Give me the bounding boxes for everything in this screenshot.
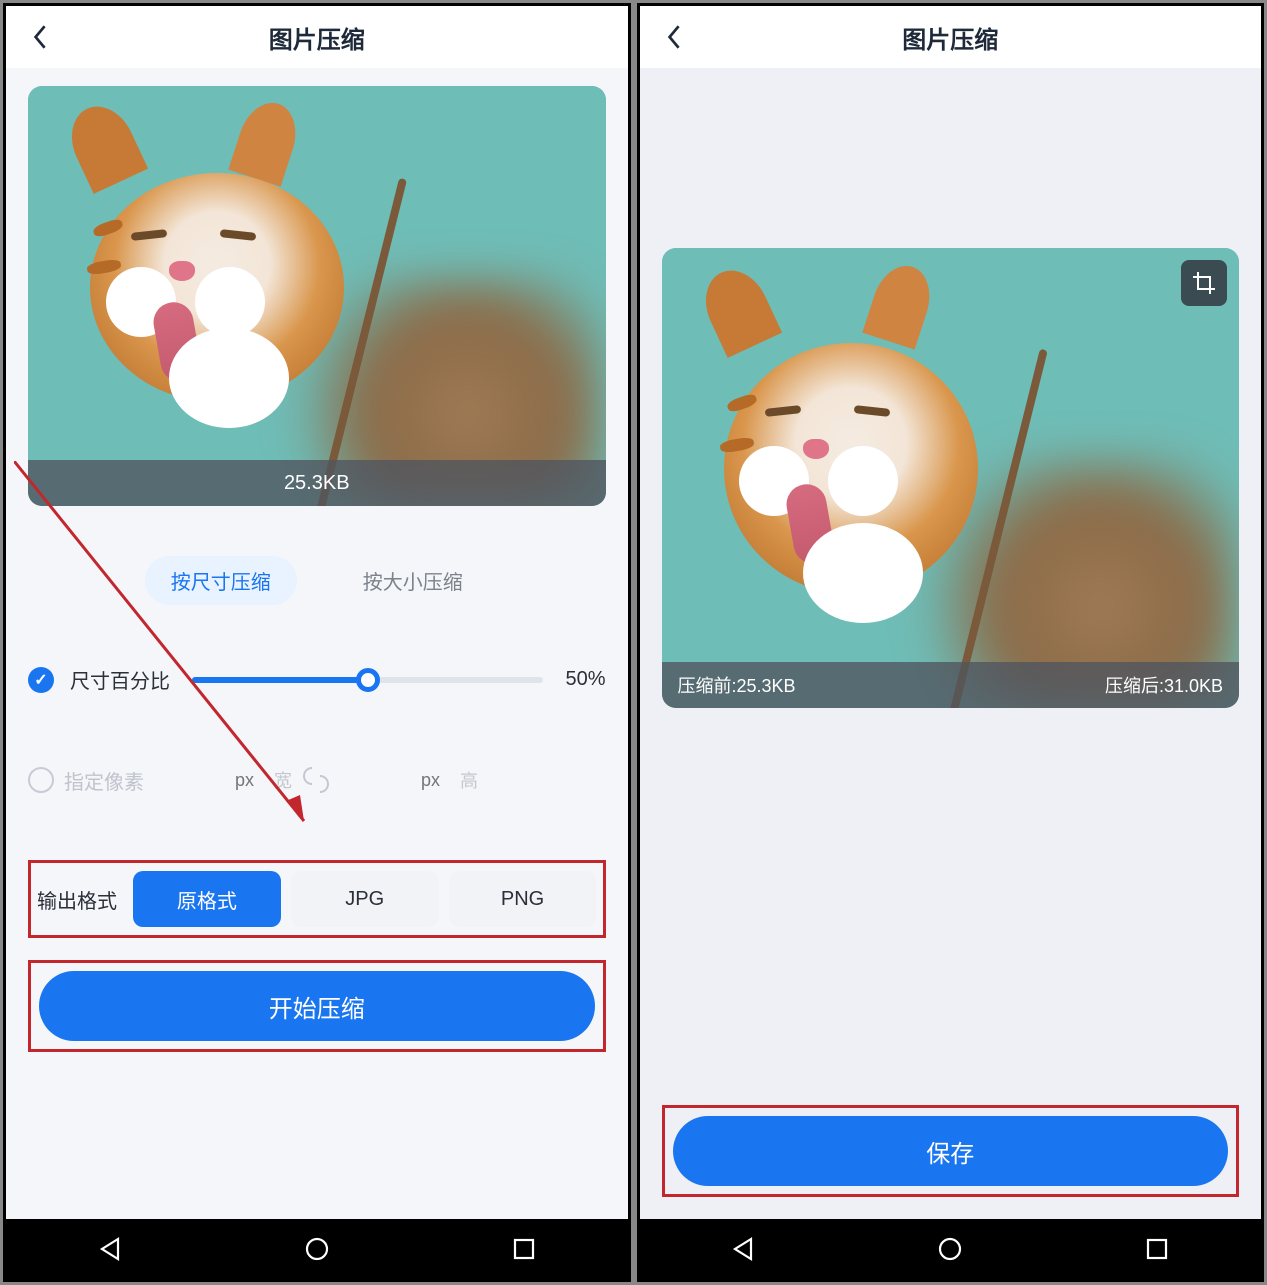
screen-compress-result: 图片压缩 — [637, 3, 1265, 1282]
start-compress-button[interactable]: 开始压缩 — [39, 971, 595, 1041]
pixel-row: 指定像素 宽 高 — [28, 754, 606, 806]
chevron-left-icon — [666, 23, 684, 51]
crop-icon — [1191, 270, 1217, 296]
width-unit: 宽 — [274, 767, 292, 793]
header: 图片压缩 — [6, 6, 628, 68]
size-after: 压缩后:31.0KB — [1105, 672, 1223, 698]
back-button[interactable] — [28, 24, 54, 50]
chevron-left-icon — [32, 23, 50, 51]
size-compare-strip: 压缩前:25.3KB 压缩后:31.0KB — [662, 662, 1240, 708]
image-preview[interactable]: 25.3KB — [28, 86, 606, 506]
compress-mode-tabs: 按尺寸压缩 按大小压缩 — [28, 556, 606, 605]
back-button[interactable] — [662, 24, 688, 50]
format-jpg-button[interactable]: JPG — [291, 871, 439, 927]
format-original-button[interactable]: 原格式 — [133, 871, 281, 927]
android-navbar — [6, 1219, 628, 1279]
percent-slider[interactable] — [192, 677, 543, 683]
swap-icon[interactable] — [302, 763, 330, 797]
nav-recent-icon[interactable] — [510, 1235, 538, 1263]
format-png-button[interactable]: PNG — [449, 871, 597, 927]
format-row: 输出格式 原格式 JPG PNG — [37, 871, 597, 927]
percent-label: 尺寸百分比 — [70, 665, 170, 694]
start-button-highlight: 开始压缩 — [28, 960, 606, 1052]
nav-recent-icon[interactable] — [1143, 1235, 1171, 1263]
content: 25.3KB 按尺寸压缩 按大小压缩 尺寸百分比 50% 指定像素 宽 高 — [6, 68, 628, 1219]
slider-thumb[interactable] — [356, 668, 380, 692]
android-navbar — [640, 1219, 1262, 1279]
radio-pixels[interactable] — [28, 767, 54, 793]
tab-by-dimension[interactable]: 按尺寸压缩 — [145, 556, 297, 605]
nav-back-icon[interactable] — [729, 1235, 757, 1263]
image-size-label: 25.3KB — [28, 460, 606, 506]
save-button[interactable]: 保存 — [673, 1116, 1229, 1186]
header: 图片压缩 — [640, 6, 1262, 68]
format-label: 输出格式 — [37, 885, 117, 914]
cat-image — [28, 86, 606, 506]
height-input[interactable] — [340, 754, 450, 806]
height-unit: 高 — [460, 767, 478, 793]
cat-image — [662, 248, 1240, 708]
format-section-highlight: 输出格式 原格式 JPG PNG — [28, 860, 606, 938]
pixel-label: 指定像素 — [64, 766, 144, 795]
screen-compress-settings: 图片压缩 25.3KB 按尺寸压缩 — [3, 3, 631, 1282]
radio-percent[interactable] — [28, 667, 54, 693]
save-button-highlight: 保存 — [662, 1105, 1240, 1197]
crop-button[interactable] — [1181, 260, 1227, 306]
nav-back-icon[interactable] — [96, 1235, 124, 1263]
image-result[interactable]: 压缩前:25.3KB 压缩后:31.0KB — [662, 248, 1240, 708]
nav-home-icon[interactable] — [936, 1235, 964, 1263]
page-title: 图片压缩 — [269, 20, 365, 55]
width-input[interactable] — [154, 754, 264, 806]
size-before: 压缩前:25.3KB — [678, 672, 796, 698]
content: 压缩前:25.3KB 压缩后:31.0KB 保存 — [640, 68, 1262, 1219]
tab-by-filesize[interactable]: 按大小压缩 — [337, 556, 489, 605]
page-title: 图片压缩 — [902, 20, 998, 55]
percent-row: 尺寸百分比 50% — [28, 665, 606, 694]
nav-home-icon[interactable] — [303, 1235, 331, 1263]
percent-value: 50% — [565, 668, 605, 691]
